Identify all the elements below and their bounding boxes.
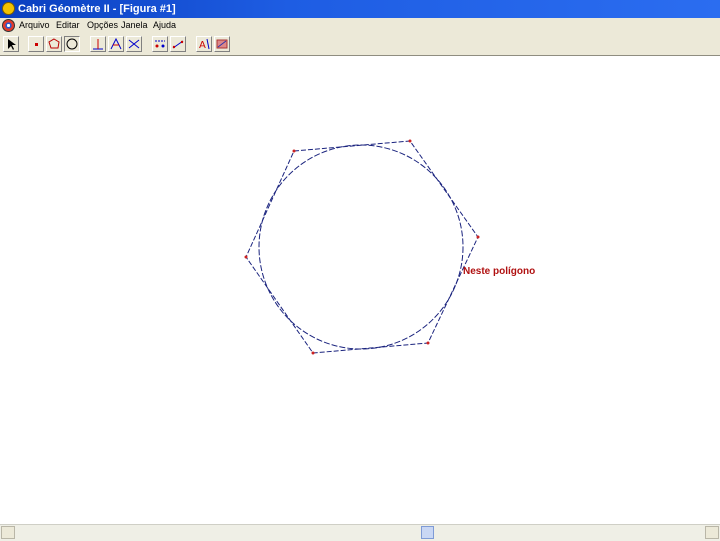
polygon-annotation[interactable]: Neste polígono — [463, 266, 535, 277]
triangle-tool-button[interactable] — [108, 36, 124, 52]
polygon-tool-button[interactable] — [46, 36, 62, 52]
vertex-point[interactable] — [292, 149, 296, 153]
pointer-tool-button[interactable] — [3, 36, 19, 52]
menu-editar[interactable]: Editar — [56, 18, 80, 33]
point-on-object-tool-icon — [155, 40, 165, 48]
app-icon[interactable] — [2, 2, 15, 15]
document-icon[interactable] — [2, 19, 15, 32]
inscribed-circle[interactable] — [258, 144, 464, 350]
window-title: Cabri Géomètre II - [Figura #1] — [18, 3, 176, 15]
draw-tool-icon — [216, 39, 228, 49]
symmetry-tool-icon — [128, 39, 140, 49]
vertex-point[interactable] — [311, 351, 315, 355]
hexagon-polygon[interactable] — [245, 140, 479, 354]
point-tool-icon — [35, 43, 38, 46]
menu-arquivo[interactable]: Arquivo — [19, 18, 50, 33]
measure-tool-button[interactable] — [170, 36, 186, 52]
scroll-left-button[interactable] — [1, 526, 15, 539]
triangle-tool-icon — [110, 37, 122, 50]
perpendicular-tool-button[interactable] — [90, 36, 106, 52]
svg-text:A: A — [199, 40, 206, 51]
geometry-figure — [244, 139, 480, 355]
point-tool-button[interactable] — [28, 36, 44, 52]
polygon-tool-icon — [48, 38, 60, 49]
label-tool-icon: A — [199, 38, 210, 51]
menu-janela[interactable]: Janela — [121, 18, 148, 33]
vertex-point[interactable] — [244, 255, 248, 259]
vertex-point[interactable] — [476, 235, 480, 239]
label-tool-button[interactable]: A — [196, 36, 212, 52]
drawing-canvas[interactable] — [0, 56, 720, 524]
circle-tool-icon — [66, 38, 78, 50]
circle-tool-button[interactable] — [64, 36, 80, 52]
vertex-point[interactable] — [426, 341, 430, 345]
vertex-point[interactable] — [408, 139, 412, 143]
menu-opcoes[interactable]: Opções — [87, 18, 118, 33]
point-on-object-tool-button[interactable] — [152, 36, 168, 52]
toolbar: A — [0, 33, 720, 56]
pointer-tool-icon — [8, 39, 16, 50]
perpendicular-tool-icon — [93, 39, 103, 50]
menu-bar: Arquivo Editar Opções Janela Ajuda — [0, 18, 720, 33]
horizontal-scrollbar[interactable] — [0, 524, 720, 541]
title-bar: Cabri Géomètre II - [Figura #1] — [0, 0, 720, 18]
scroll-right-button[interactable] — [705, 526, 719, 539]
menu-ajuda[interactable]: Ajuda — [153, 18, 176, 33]
hexagon-vertices — [244, 139, 480, 355]
symmetry-tool-button[interactable] — [126, 36, 142, 52]
measure-tool-icon — [172, 40, 184, 49]
scroll-thumb[interactable] — [421, 526, 434, 539]
draw-tool-button[interactable] — [214, 36, 230, 52]
